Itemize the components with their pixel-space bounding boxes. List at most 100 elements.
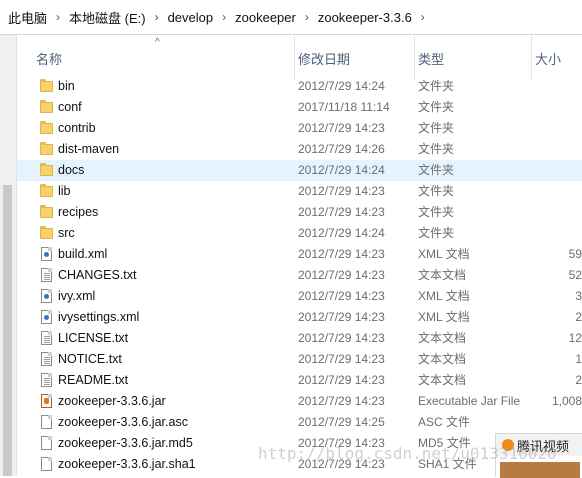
file-name: src bbox=[58, 226, 75, 240]
column-header-date[interactable]: 修改日期 bbox=[294, 35, 414, 81]
file-size: 2 bbox=[575, 310, 582, 324]
navigation-scrollbar[interactable] bbox=[3, 185, 12, 476]
file-row[interactable]: CHANGES.txt 2012/7/29 14:23 文本文档 52 bbox=[17, 265, 582, 286]
file-type: MD5 文件 bbox=[418, 436, 471, 450]
file-row[interactable]: conf 2017/11/18 11:14 文件夹 bbox=[17, 97, 582, 118]
navigation-pane[interactable] bbox=[0, 35, 17, 476]
file-name: zookeeper-3.3.6.jar.sha1 bbox=[58, 457, 196, 471]
file-name: NOTICE.txt bbox=[58, 352, 122, 366]
file-size bbox=[541, 223, 582, 244]
file-icon bbox=[37, 454, 53, 475]
file-type: 文件夹 bbox=[418, 184, 455, 198]
chevron-right-icon[interactable]: › bbox=[49, 10, 67, 24]
file-name: LICENSE.txt bbox=[58, 331, 129, 345]
file-row[interactable]: dist-maven 2012/7/29 14:26 文件夹 bbox=[17, 139, 582, 160]
column-header-type[interactable]: 类型 bbox=[414, 35, 531, 81]
file-size bbox=[541, 181, 582, 202]
file-modified-date: 2012/7/29 14:23 bbox=[298, 205, 385, 219]
chevron-right-icon[interactable]: › bbox=[414, 10, 432, 24]
popup-title: 腾讯视频 bbox=[517, 438, 570, 454]
file-row[interactable]: lib 2012/7/29 14:23 文件夹 bbox=[17, 181, 582, 202]
file-type: 文本文档 bbox=[418, 373, 467, 387]
file-name: contrib bbox=[58, 121, 96, 135]
file-modified-date: 2012/7/29 14:24 bbox=[298, 226, 385, 240]
breadcrumb-item-develop[interactable]: develop bbox=[166, 10, 216, 25]
file-size: 1 bbox=[575, 352, 582, 366]
file-modified-date: 2012/7/29 14:23 bbox=[298, 247, 385, 261]
file-modified-date: 2012/7/29 14:25 bbox=[298, 415, 385, 429]
column-header-name[interactable]: 名称 bbox=[33, 35, 291, 81]
file-name: ivy.xml bbox=[58, 289, 96, 303]
file-modified-date: 2017/11/18 11:14 bbox=[298, 100, 390, 114]
folder-icon bbox=[37, 76, 53, 97]
chevron-right-icon[interactable]: › bbox=[148, 10, 166, 24]
file-row[interactable]: README.txt 2012/7/29 14:23 文本文档 2 bbox=[17, 370, 582, 391]
file-row[interactable]: build.xml 2012/7/29 14:23 XML 文档 59 bbox=[17, 244, 582, 265]
text-file-icon bbox=[37, 265, 53, 286]
file-modified-date: 2012/7/29 14:23 bbox=[298, 268, 385, 282]
file-name: README.txt bbox=[58, 373, 129, 387]
folder-icon bbox=[37, 118, 53, 139]
file-type: 文件夹 bbox=[418, 163, 455, 177]
file-type: SHA1 文件 bbox=[418, 457, 477, 471]
file-modified-date: 2012/7/29 14:23 bbox=[298, 121, 385, 135]
file-type: ASC 文件 bbox=[418, 415, 471, 429]
file-name: dist-maven bbox=[58, 142, 120, 156]
file-modified-date: 2012/7/29 14:23 bbox=[298, 394, 385, 408]
file-type: 文本文档 bbox=[418, 352, 467, 366]
file-modified-date: 2012/7/29 14:23 bbox=[298, 436, 385, 450]
file-name: CHANGES.txt bbox=[58, 268, 137, 282]
file-type: 文件夹 bbox=[418, 142, 455, 156]
file-modified-date: 2012/7/29 14:23 bbox=[298, 352, 385, 366]
file-modified-date: 2012/7/29 14:23 bbox=[298, 457, 385, 471]
file-modified-date: 2012/7/29 14:24 bbox=[298, 79, 385, 93]
file-type: 文件夹 bbox=[418, 226, 455, 240]
file-row[interactable]: bin 2012/7/29 14:24 文件夹 bbox=[17, 76, 582, 97]
file-size bbox=[541, 160, 582, 181]
breadcrumb-item-drive-e[interactable]: 本地磁盘 (E:) bbox=[67, 8, 148, 27]
file-size bbox=[541, 202, 582, 223]
breadcrumb-item-zookeeper[interactable]: zookeeper bbox=[233, 10, 298, 25]
file-name: conf bbox=[58, 100, 82, 114]
file-row[interactable]: zookeeper-3.3.6.jar.asc 2012/7/29 14:25 AS… bbox=[17, 412, 582, 433]
chevron-right-icon[interactable]: › bbox=[298, 10, 316, 24]
file-name: zookeeper-3.3.6.jar bbox=[58, 394, 166, 408]
chevron-right-icon[interactable]: › bbox=[215, 10, 233, 24]
folder-icon bbox=[37, 223, 53, 244]
file-list: bin 2012/7/29 14:24 文件夹 conf 2017/11/18 11:1… bbox=[17, 76, 582, 475]
file-size bbox=[541, 118, 582, 139]
breadcrumb-item-this-pc[interactable]: 此电脑 bbox=[6, 8, 49, 27]
file-row[interactable]: recipes 2012/7/29 14:23 文件夹 bbox=[17, 202, 582, 223]
file-type: XML 文档 bbox=[418, 310, 470, 324]
file-row[interactable]: ivy.xml 2012/7/29 14:23 XML 文档 3 bbox=[17, 286, 582, 307]
column-headers: ^ 名称 修改日期 类型 大小 bbox=[17, 35, 582, 81]
file-name: recipes bbox=[58, 205, 99, 219]
file-type: 文件夹 bbox=[418, 121, 455, 135]
file-size bbox=[541, 412, 582, 433]
file-size: 1,008 bbox=[551, 394, 582, 408]
folder-icon bbox=[37, 139, 53, 160]
file-row[interactable]: ivysettings.xml 2012/7/29 14:23 XML 文档 2 bbox=[17, 307, 582, 328]
tencent-video-popup[interactable]: 腾讯视频 bbox=[495, 433, 582, 478]
breadcrumb-item-zookeeper-336[interactable]: zookeeper-3.3.6 bbox=[316, 10, 414, 25]
file-modified-date: 2012/7/29 14:23 bbox=[298, 184, 385, 198]
file-modified-date: 2012/7/29 14:24 bbox=[298, 163, 385, 177]
file-row[interactable]: zookeeper-3.3.6.jar 2012/7/29 14:23 Execut… bbox=[17, 391, 582, 412]
xml-file-icon bbox=[37, 307, 53, 328]
folder-icon bbox=[37, 97, 53, 118]
file-row[interactable]: contrib 2012/7/29 14:23 文件夹 bbox=[17, 118, 582, 139]
file-row[interactable]: src 2012/7/29 14:24 文件夹 bbox=[17, 223, 582, 244]
file-row[interactable]: docs 2012/7/29 14:24 文件夹 bbox=[17, 160, 582, 181]
file-modified-date: 2012/7/29 14:23 bbox=[298, 310, 385, 324]
file-type: 文本文档 bbox=[418, 331, 467, 345]
file-name: lib bbox=[58, 184, 71, 198]
file-name: zookeeper-3.3.6.jar.asc bbox=[58, 415, 188, 429]
file-row[interactable]: LICENSE.txt 2012/7/29 14:23 文本文档 12 bbox=[17, 328, 582, 349]
file-size: 3 bbox=[575, 289, 582, 303]
file-type: 文件夹 bbox=[418, 100, 455, 114]
column-header-size[interactable]: 大小 bbox=[531, 35, 582, 81]
address-bar[interactable]: 此电脑 › 本地磁盘 (E:) › develop › zookeeper › … bbox=[0, 0, 582, 35]
file-size: 12 bbox=[568, 331, 582, 345]
file-type: Executable Jar File bbox=[418, 394, 521, 408]
file-row[interactable]: NOTICE.txt 2012/7/29 14:23 文本文档 1 bbox=[17, 349, 582, 370]
